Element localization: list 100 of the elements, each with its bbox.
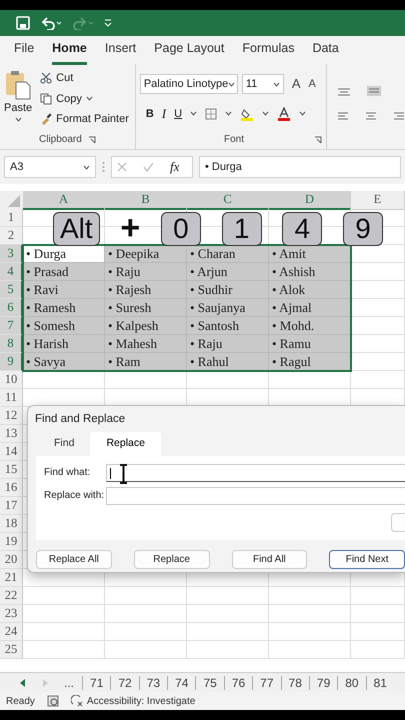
row-header[interactable]: 20 xyxy=(0,551,23,569)
dialog-button[interactable]: Find All xyxy=(232,550,308,569)
sheet-tab[interactable]: 80 xyxy=(337,676,366,690)
font-name-dropdown[interactable]: Palatino Linotype xyxy=(140,74,238,94)
sheet-tab[interactable]: 78 xyxy=(280,676,309,690)
increase-font-size-button[interactable]: A xyxy=(292,74,301,94)
row-header[interactable]: 7 xyxy=(0,317,23,335)
row-header[interactable]: 8 xyxy=(0,335,23,353)
input-field[interactable] xyxy=(106,486,405,505)
copy-label[interactable]: Copy xyxy=(56,90,82,107)
row-header[interactable]: 16 xyxy=(0,479,23,497)
column-header[interactable]: B xyxy=(105,191,187,210)
row-header[interactable]: 21 xyxy=(0,569,23,587)
launcher-icon[interactable] xyxy=(314,136,322,144)
ribbon-tab[interactable]: Data xyxy=(312,35,339,65)
row-header[interactable]: 15 xyxy=(0,461,23,479)
column-header[interactable]: D xyxy=(269,191,351,210)
row-header[interactable]: 18 xyxy=(0,515,23,533)
previous-sheet-icon[interactable] xyxy=(20,678,26,686)
row-header[interactable]: 5 xyxy=(0,281,23,299)
sheet-tab[interactable]: 81 xyxy=(366,676,394,690)
column-header[interactable]: C xyxy=(187,191,269,210)
caret-icon[interactable] xyxy=(272,82,280,86)
caret-icon[interactable] xyxy=(225,111,232,116)
align-right-icon[interactable] xyxy=(393,112,405,122)
row-header[interactable]: 9 xyxy=(0,353,23,371)
row-header[interactable]: 2 xyxy=(0,227,23,245)
dialog-button[interactable]: Replace All xyxy=(36,550,112,569)
caret-icon[interactable] xyxy=(86,96,93,102)
align-center-icon[interactable] xyxy=(365,112,377,122)
row-header[interactable]: 22 xyxy=(0,587,23,605)
align-middle-icon[interactable] xyxy=(337,86,351,96)
name-box[interactable]: A3 xyxy=(4,156,96,178)
check-icon[interactable] xyxy=(143,162,154,172)
copy-icon[interactable] xyxy=(40,92,52,105)
paste-label[interactable]: Paste xyxy=(4,100,32,116)
input-field[interactable] xyxy=(106,464,405,482)
paste-icon[interactable] xyxy=(5,70,32,100)
row-header[interactable]: 11 xyxy=(0,389,23,407)
row-header[interactable]: 24 xyxy=(0,623,23,641)
sheet-tab[interactable]: 76 xyxy=(224,676,252,690)
dialog-tab[interactable]: Replace xyxy=(90,432,161,456)
row-header[interactable]: 13 xyxy=(0,425,23,443)
more-sheets-button[interactable]: ... xyxy=(64,674,74,692)
format-painter-label[interactable]: Format Painter xyxy=(56,111,129,128)
sheet-tab[interactable]: 79 xyxy=(308,676,338,690)
undo-icon[interactable] xyxy=(40,16,62,30)
macro-record-icon[interactable] xyxy=(46,695,59,707)
save-icon[interactable] xyxy=(16,16,30,30)
sheet-tab[interactable]: 71 xyxy=(82,676,110,690)
dialog-tab[interactable]: Find xyxy=(38,432,90,456)
ribbon-tab[interactable]: Formulas xyxy=(242,35,294,65)
scissors-icon[interactable] xyxy=(40,72,52,84)
row-header[interactable]: 17 xyxy=(0,497,23,515)
row-header[interactable]: 19 xyxy=(0,533,23,551)
align-bottom-icon[interactable] xyxy=(367,86,381,96)
row-header[interactable]: 4 xyxy=(0,263,23,281)
ribbon-tab[interactable]: Insert xyxy=(104,35,136,65)
row-header[interactable]: 23 xyxy=(0,605,23,623)
row-header[interactable]: 12 xyxy=(0,407,23,425)
caret-icon[interactable] xyxy=(14,116,22,122)
column-header[interactable]: A xyxy=(23,191,105,210)
caret-icon[interactable] xyxy=(299,111,306,116)
row-header[interactable]: 14 xyxy=(0,443,23,461)
align-left-icon[interactable] xyxy=(337,112,349,122)
sheet-tab[interactable]: 73 xyxy=(138,676,168,690)
borders-icon[interactable] xyxy=(205,108,218,120)
bold-button[interactable]: B xyxy=(146,106,154,122)
row-header[interactable]: 6 xyxy=(0,299,23,317)
dialog-button[interactable]: Find Next xyxy=(329,550,405,569)
row-header[interactable]: 3 xyxy=(0,245,23,263)
row-header[interactable]: 10 xyxy=(0,371,23,389)
decrease-font-size-button[interactable]: A xyxy=(308,76,316,92)
sheet-tab[interactable]: 75 xyxy=(195,676,224,690)
insert-function-button[interactable]: fx xyxy=(170,157,180,177)
caret-icon[interactable] xyxy=(190,111,198,116)
brush-icon[interactable] xyxy=(40,113,52,126)
accessibility-status-button[interactable]: Accessibility: Investigate xyxy=(86,694,196,708)
dialog-button[interactable]: Replace xyxy=(134,550,210,569)
column-header[interactable]: E xyxy=(351,191,405,210)
sheet-tab[interactable]: 77 xyxy=(252,676,281,690)
customize-icon[interactable] xyxy=(104,18,112,28)
sheet-tab[interactable]: 72 xyxy=(110,676,139,690)
font-size-dropdown[interactable]: 11 xyxy=(242,74,284,94)
launcher-icon[interactable] xyxy=(88,136,96,144)
row-header[interactable]: 25 xyxy=(0,641,23,659)
formula-field[interactable]: • Durga xyxy=(199,156,401,178)
cut-label[interactable]: Cut xyxy=(56,70,74,86)
caret-icon[interactable] xyxy=(83,164,90,170)
accessibility-icon[interactable] xyxy=(70,695,83,707)
underline-button[interactable]: U xyxy=(174,106,182,122)
font-color-icon[interactable] xyxy=(277,106,292,121)
ribbon-tab[interactable]: File xyxy=(14,35,34,65)
caret-icon[interactable] xyxy=(228,82,236,86)
italic-button[interactable]: I xyxy=(162,104,166,124)
row-header[interactable]: 1 xyxy=(0,209,23,227)
fill-color-icon[interactable] xyxy=(240,106,254,121)
sheet-tab[interactable]: 74 xyxy=(167,676,196,690)
caret-icon[interactable] xyxy=(262,111,270,116)
ribbon-tab[interactable]: Page Layout xyxy=(154,35,224,65)
